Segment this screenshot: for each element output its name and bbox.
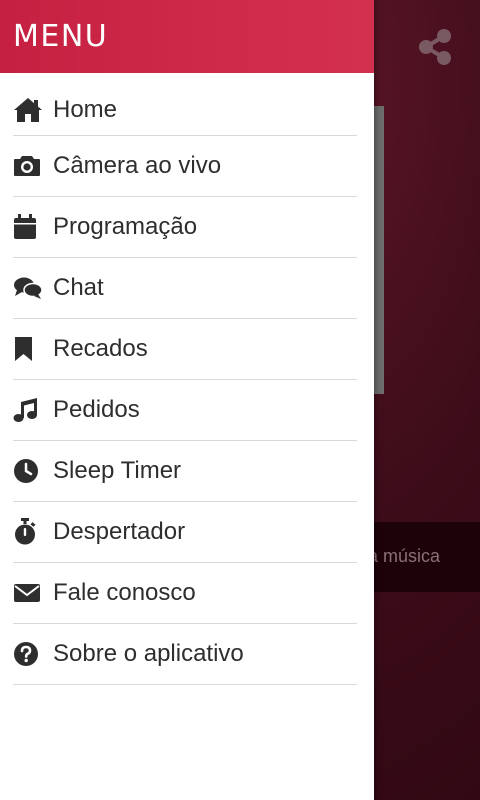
menu-item-label: Home — [53, 96, 118, 123]
envelope-icon — [13, 579, 43, 607]
background-scrollbar — [374, 106, 384, 394]
navigation-drawer: MENU Home Câmera ao vivo Programação Cha… — [0, 0, 374, 800]
menu-item-label: Despertador — [53, 518, 186, 545]
menu-item-camera[interactable]: Câmera ao vivo — [13, 136, 357, 197]
menu-item-contact[interactable]: Fale conosco — [13, 563, 357, 624]
question-circle-icon — [13, 640, 43, 668]
menu-item-messages[interactable]: Recados — [13, 319, 357, 380]
menu-item-label: Sobre o aplicativo — [53, 640, 244, 667]
clock-icon — [13, 457, 43, 485]
menu-item-about[interactable]: Sobre o aplicativo — [13, 624, 357, 685]
menu-item-label: Chat — [53, 274, 104, 301]
menu-item-chat[interactable]: Chat — [13, 258, 357, 319]
menu-item-requests[interactable]: Pedidos — [13, 380, 357, 441]
menu-item-label: Programação — [53, 213, 198, 240]
stopwatch-icon — [13, 518, 43, 546]
bookmark-icon — [13, 335, 43, 363]
menu-item-label: Recados — [53, 335, 148, 362]
drawer-title: MENU — [13, 19, 109, 54]
player-song-text: a música — [368, 546, 441, 566]
menu-list: Home Câmera ao vivo Programação Chat Rec… — [0, 73, 374, 685]
music-note-icon — [13, 396, 43, 424]
home-icon — [13, 96, 43, 124]
menu-item-home[interactable]: Home — [13, 88, 357, 136]
menu-item-label: Câmera ao vivo — [53, 152, 222, 179]
menu-item-schedule[interactable]: Programação — [13, 197, 357, 258]
share-icon[interactable] — [414, 26, 456, 68]
menu-item-label: Fale conosco — [53, 579, 196, 606]
menu-item-alarm[interactable]: Despertador — [13, 502, 357, 563]
menu-item-sleep-timer[interactable]: Sleep Timer — [13, 441, 357, 502]
calendar-icon — [13, 213, 43, 241]
menu-item-label: Sleep Timer — [53, 457, 182, 484]
drawer-header: MENU — [0, 0, 374, 73]
chat-icon — [13, 274, 43, 302]
camera-icon — [13, 152, 43, 180]
menu-item-label: Pedidos — [53, 396, 140, 423]
